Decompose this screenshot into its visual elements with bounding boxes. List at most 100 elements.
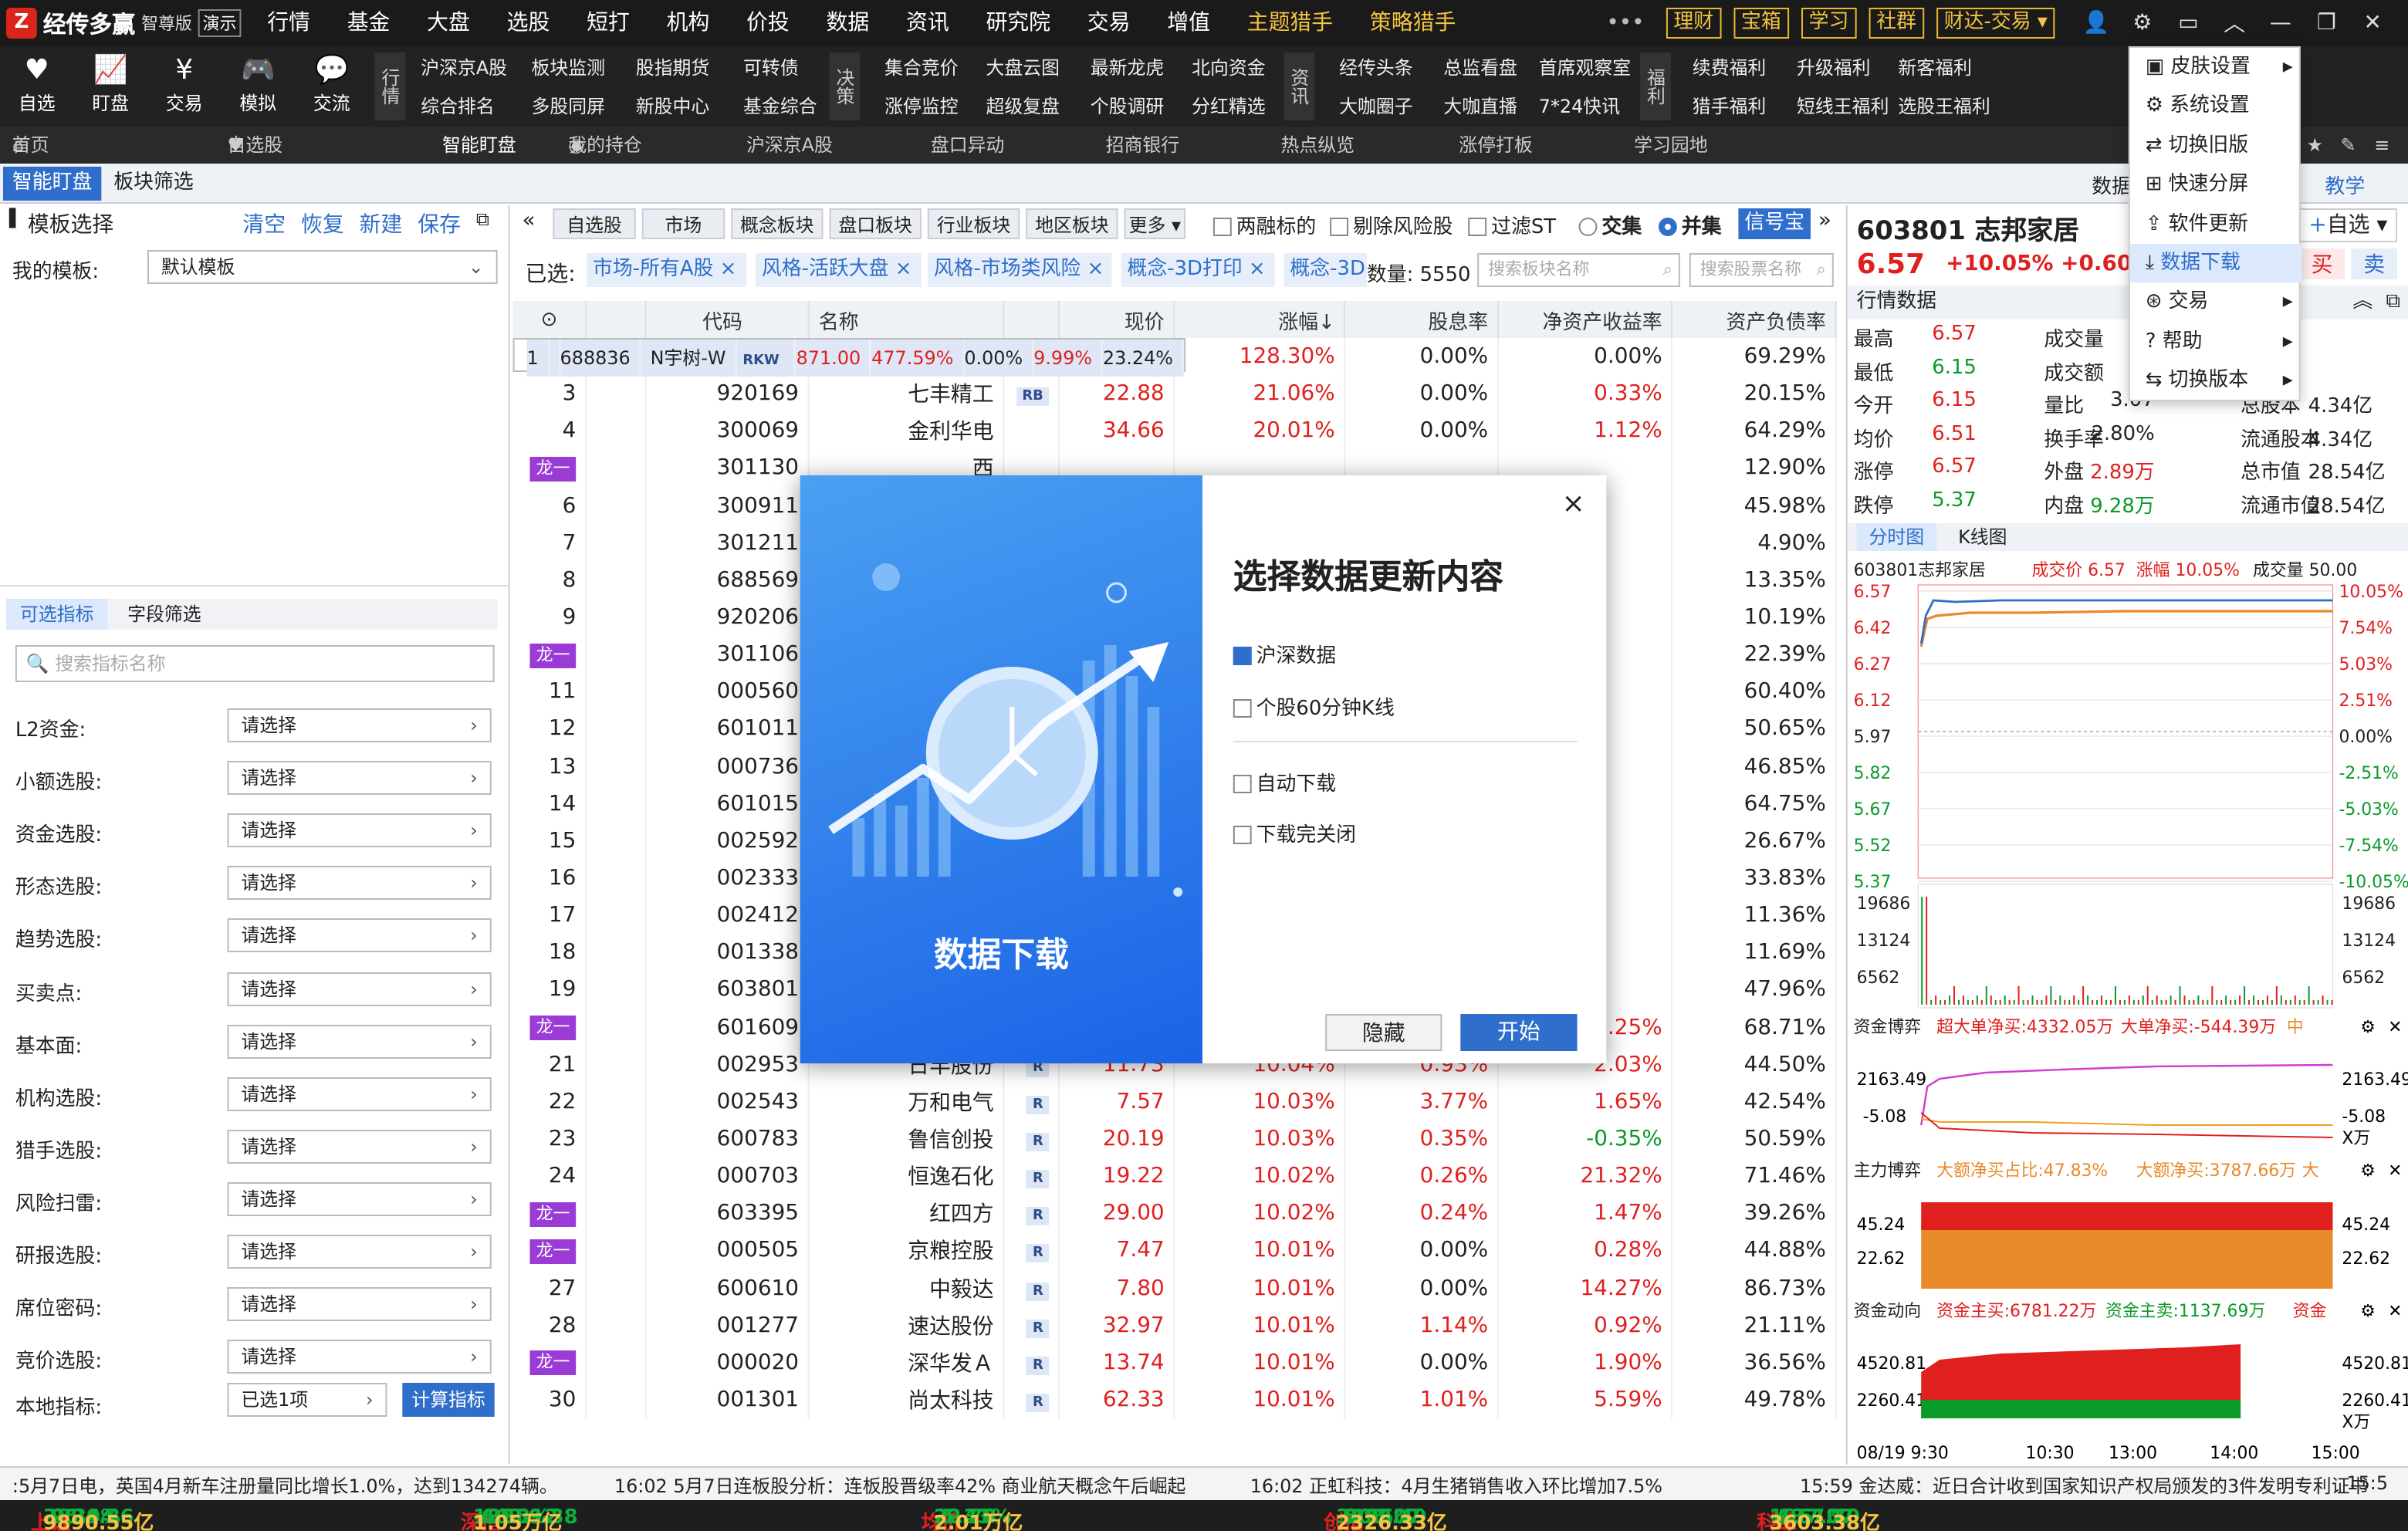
- menu-item[interactable]: 基金: [347, 0, 391, 46]
- shequn-button[interactable]: 社群: [1869, 8, 1924, 39]
- tab-field-filter[interactable]: 字段筛选: [113, 599, 215, 630]
- toolbar-jiaoyi[interactable]: ¥ 交易: [154, 52, 215, 116]
- news-item[interactable]: 15:5: [2346, 1472, 2388, 1494]
- toolbar-link[interactable]: 涨停监控: [884, 93, 959, 119]
- filter-select[interactable]: 请选择 ›: [227, 1340, 492, 1374]
- market-tab[interactable]: 自选股: [553, 208, 636, 239]
- table-row[interactable]: 1 688836 N宇树-W RKW 871.00 477.59% 0.00% 9.99% 23…: [512, 338, 1185, 377]
- news-item[interactable]: :5月7日电，英国4月新车注册量同比增长1.0%，达到134274辆。: [12, 1472, 558, 1499]
- sell-button[interactable]: 卖: [2351, 248, 2398, 279]
- list-icon[interactable]: ≡: [2374, 127, 2389, 164]
- xuexi-button[interactable]: 学习: [1801, 8, 1857, 39]
- col-change[interactable]: 涨幅↓: [1174, 301, 1346, 338]
- filter-select[interactable]: 请选择 ›: [227, 1129, 492, 1164]
- pencil-icon[interactable]: ✎: [2340, 127, 2356, 164]
- filter-select[interactable]: 请选择 ›: [227, 972, 492, 1005]
- toolbar-link[interactable]: 基金综合: [743, 93, 817, 119]
- news-item[interactable]: 15:59 金达威：近日合计收到国家知识产权局颁发的3件发明专利证书: [1800, 1472, 2368, 1499]
- menu-item[interactable]: 机构: [667, 0, 710, 46]
- market-tab[interactable]: 更多 ▾: [1124, 208, 1186, 239]
- market-tab[interactable]: 地区板块: [1026, 208, 1118, 239]
- dropdown-item[interactable]: ⚙ 系统设置: [2130, 87, 2302, 126]
- close-icon[interactable]: ✕: [2388, 1161, 2402, 1181]
- table-row[interactable]: 24 000703 恒逸石化 R 19.22 10.02% 0.26% 21.32% 71.46…: [512, 1158, 1837, 1195]
- toolbar-zixuan[interactable]: ♥ 自选: [6, 52, 68, 116]
- close-icon[interactable]: ✕: [2388, 1302, 2402, 1321]
- calc-indicator-button[interactable]: 计算指标: [402, 1383, 495, 1417]
- menu-item[interactable]: 研究院: [986, 0, 1050, 46]
- radio-bingji[interactable]: 并集: [1658, 210, 1722, 239]
- toolbar-link[interactable]: 首席观察室: [1539, 54, 1631, 80]
- gear-icon[interactable]: ⚙: [2360, 1161, 2376, 1181]
- gear-icon[interactable]: ⚙: [2119, 11, 2166, 35]
- more-icon[interactable]: •••: [1606, 11, 1644, 35]
- tab-zhineng-dingpan[interactable]: 智能盯盘: [2, 167, 102, 201]
- tab-fenshi[interactable]: 分时图: [1856, 523, 1937, 551]
- stock-search-input[interactable]: 搜索股票名称 ⌕: [1689, 253, 1834, 287]
- col-debt-ratio[interactable]: 资产负债率: [1672, 301, 1837, 338]
- toolbar-link[interactable]: 沪深京A股: [421, 54, 507, 80]
- col-code[interactable]: 代码: [644, 301, 810, 338]
- filter-select[interactable]: 请选择 ›: [227, 1181, 492, 1216]
- star-icon[interactable]: ★: [2307, 127, 2323, 164]
- user-icon[interactable]: 👤: [2073, 11, 2119, 35]
- filter-select[interactable]: 请选择 ›: [227, 1235, 492, 1269]
- table-row[interactable]: 3 920169 七丰精工 RB 22.88 21.06% 0.00% 0.33% 20.15%: [512, 375, 1837, 413]
- toolbar-link[interactable]: 大咖圈子: [1339, 93, 1413, 119]
- settings-icon[interactable]: ⊙: [512, 301, 587, 338]
- close-icon[interactable]: ×: [713, 258, 737, 281]
- filter-select[interactable]: 请选择 ›: [227, 1287, 492, 1322]
- clear-button[interactable]: 清空: [242, 208, 286, 239]
- table-row[interactable]: 22 002543 万和电气 R 7.57 10.03% 3.77% 1.65% 42.54%: [512, 1083, 1837, 1120]
- filter-chip[interactable]: 概念-3D: [1283, 253, 1367, 287]
- filter-chip[interactable]: 市场-所有A股 ×: [587, 253, 747, 287]
- toolbar-link[interactable]: 个股调研: [1091, 93, 1165, 119]
- baoxiang-button[interactable]: 宝箱: [1733, 8, 1789, 39]
- filter-select[interactable]: 请选择 ›: [227, 1024, 492, 1059]
- toolbar-link[interactable]: 经传头条: [1339, 54, 1413, 80]
- add-self-select-button[interactable]: +自选 ▾: [2298, 208, 2398, 242]
- menu-item[interactable]: 交易: [1087, 0, 1131, 46]
- filter-select[interactable]: 请选择 ›: [227, 708, 492, 742]
- menu-item[interactable]: 资讯: [906, 0, 949, 46]
- news-item[interactable]: 16:02 正虹科技：4月生猪销售收入环比增加7.5%: [1250, 1472, 1662, 1499]
- table-row[interactable]: 龙一 000020 深华发Ａ R 13.74 10.01% 0.00% 1.90% 36.56%: [512, 1343, 1837, 1381]
- menu-item[interactable]: 增值: [1167, 0, 1210, 46]
- hide-button[interactable]: 隐藏: [1325, 1014, 1442, 1051]
- start-button[interactable]: 开始: [1460, 1014, 1578, 1051]
- popout-icon[interactable]: ⧉: [2386, 286, 2400, 319]
- minimize-icon[interactable]: —: [2258, 11, 2304, 35]
- option-auto-download[interactable]: 自动下载: [1233, 767, 1336, 796]
- menu-item[interactable]: 短打: [587, 0, 630, 46]
- dropdown-item[interactable]: ⊞ 快速分屏: [2130, 165, 2302, 204]
- menu-item[interactable]: 选股: [507, 0, 550, 46]
- teach-link[interactable]: 教学: [2325, 170, 2366, 199]
- col-price[interactable]: 现价: [1059, 301, 1175, 338]
- tab-optional-indicators[interactable]: 可选指标: [5, 599, 108, 630]
- toolbar-link[interactable]: 续费福利: [1693, 54, 1767, 80]
- market-tab[interactable]: 概念板块: [731, 208, 824, 239]
- toolbar-link[interactable]: 多股同屏: [531, 93, 605, 119]
- toolbar-link[interactable]: 总监看盘: [1443, 54, 1517, 80]
- collapse-icon[interactable]: ︽: [2352, 286, 2372, 319]
- close-icon[interactable]: ×: [1081, 258, 1104, 281]
- licai-button[interactable]: 理财: [1666, 8, 1722, 39]
- restore-button[interactable]: 恢复: [301, 208, 344, 239]
- gear-icon[interactable]: ⚙: [2360, 1018, 2376, 1037]
- option-hushen-data[interactable]: 沪深数据: [1233, 639, 1336, 668]
- filter-select[interactable]: 请选择 ›: [227, 761, 492, 796]
- dropdown-item[interactable]: ? 帮助 ▸: [2130, 323, 2302, 361]
- toolbar-link[interactable]: 猎手福利: [1693, 93, 1767, 119]
- filter-chip[interactable]: 概念-3D打印 ×: [1121, 253, 1275, 287]
- dropdown-item[interactable]: ⊛ 交易 ▸: [2130, 283, 2302, 322]
- filter-chip[interactable]: 风格-市场类风险 ×: [927, 253, 1112, 287]
- col-roe[interactable]: 净资产收益率: [1498, 301, 1673, 338]
- filter-select[interactable]: 请选择 ›: [227, 918, 492, 953]
- collapse-icon[interactable]: ︿: [2211, 8, 2258, 39]
- filter-select[interactable]: 请选择 ›: [227, 1076, 492, 1111]
- menu-item[interactable]: 大盘: [427, 0, 470, 46]
- toolbar-link[interactable]: 超级复盘: [986, 93, 1060, 119]
- close-icon[interactable]: ×: [1243, 258, 1266, 281]
- layout-icon[interactable]: ▭: [2166, 11, 2212, 35]
- toolbar-link[interactable]: 升级福利: [1797, 54, 1871, 80]
